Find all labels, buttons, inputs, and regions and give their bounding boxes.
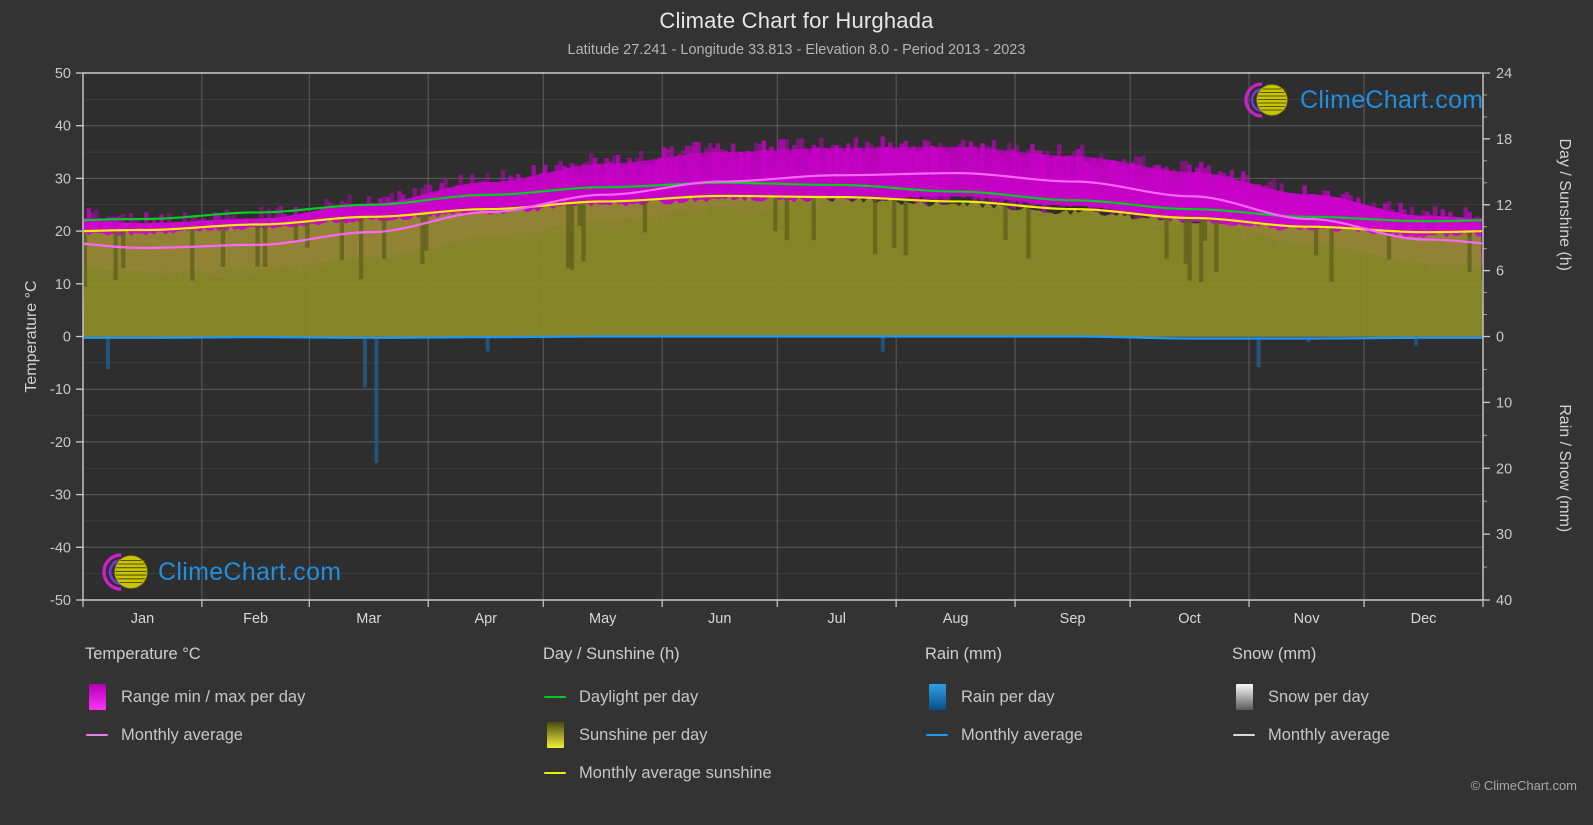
legend-item-snow[interactable]: Snow per day — [1232, 678, 1390, 716]
svg-text:Sep: Sep — [1060, 611, 1086, 627]
legend-group-daysunshine: Day / Sunshine (h) Daylight per day Suns… — [543, 645, 772, 792]
legend-item-daylight[interactable]: Daylight per day — [543, 678, 772, 716]
legend-item-temp-avg[interactable]: Monthly average — [85, 716, 305, 754]
svg-text:0: 0 — [63, 330, 71, 346]
legend-item-sunshine[interactable]: Sunshine per day — [543, 716, 772, 754]
svg-text:May: May — [589, 611, 617, 627]
svg-text:-10: -10 — [50, 382, 71, 398]
svg-text:20: 20 — [55, 224, 71, 240]
legend-item-sunshine-avg[interactable]: Monthly average sunshine — [543, 754, 772, 792]
svg-text:-20: -20 — [50, 435, 71, 451]
svg-text:Mar: Mar — [356, 611, 381, 627]
legend-swatch-daylight — [543, 684, 567, 710]
legend-label: Sunshine per day — [579, 725, 708, 744]
legend-group-rain: Rain (mm) Rain per day Monthly average — [925, 645, 1083, 754]
climechart-logo-mark-2 — [90, 549, 152, 595]
legend-group-temperature: Temperature °C Range min / max per day M… — [85, 645, 305, 754]
chart-canvas: 50 40 30 20 10 0 -10 -20 -30 -40 -50 24 18 12 6 0 10 20 30… — [0, 0, 1593, 650]
legend-swatch-snow-avg — [1232, 722, 1256, 748]
legend-label: Monthly average — [121, 725, 243, 744]
legend-swatch-rain — [925, 684, 949, 710]
legend-group-title: Temperature °C — [85, 645, 201, 663]
legend-swatch-temp-range — [85, 684, 109, 710]
legend-label: Monthly average sunshine — [579, 763, 772, 782]
chart-legend: Temperature °C Range min / max per day M… — [0, 645, 1593, 825]
legend-item-rain[interactable]: Rain per day — [925, 678, 1083, 716]
legend-label: Monthly average — [961, 725, 1083, 744]
legend-group-title: Snow (mm) — [1232, 645, 1317, 663]
legend-label: Monthly average — [1268, 725, 1390, 744]
legend-swatch-snow — [1232, 684, 1256, 710]
copyright-notice: © ClimeChart.com — [1470, 778, 1577, 793]
climechart-wordmark-2: ClimeChart.com — [158, 557, 342, 586]
legend-item-rain-avg[interactable]: Monthly average — [925, 716, 1083, 754]
svg-text:Feb: Feb — [243, 611, 268, 627]
svg-text:Oct: Oct — [1178, 611, 1201, 627]
climechart-logo-mark — [1232, 80, 1294, 120]
climechart-wordmark: ClimeChart.com — [1300, 85, 1484, 114]
legend-label: Snow per day — [1268, 687, 1369, 706]
svg-text:40: 40 — [55, 119, 71, 135]
svg-text:Jan: Jan — [131, 611, 154, 627]
svg-text:Dec: Dec — [1411, 611, 1437, 627]
svg-text:40: 40 — [1496, 593, 1512, 609]
svg-text:Jul: Jul — [827, 611, 846, 627]
svg-text:18: 18 — [1496, 132, 1512, 148]
legend-swatch-sunshine — [543, 722, 567, 748]
svg-text:10: 10 — [1496, 395, 1512, 411]
legend-label: Range min / max per day — [121, 687, 306, 706]
svg-text:Day / Sunshine (h): Day / Sunshine (h) — [1556, 138, 1573, 271]
svg-text:Temperature °C: Temperature °C — [23, 280, 40, 392]
watermark-logo-bottom: ClimeChart.com — [90, 549, 341, 595]
svg-text:50: 50 — [55, 66, 71, 82]
legend-group-title: Rain (mm) — [925, 645, 1002, 663]
legend-label: Rain per day — [961, 687, 1055, 706]
svg-text:-50: -50 — [50, 593, 71, 609]
svg-text:20: 20 — [1496, 461, 1512, 477]
svg-text:30: 30 — [55, 171, 71, 187]
logo-sphere — [1256, 84, 1288, 116]
svg-text:12: 12 — [1496, 198, 1512, 214]
legend-label: Daylight per day — [579, 687, 699, 706]
legend-swatch-rain-avg — [925, 722, 949, 748]
svg-text:24: 24 — [1496, 66, 1512, 82]
climate-chart-page: Climate Chart for Hurghada Latitude 27.2… — [0, 0, 1593, 825]
logo-sphere-2 — [114, 555, 148, 589]
legend-group-snow: Snow (mm) Snow per day Monthly average — [1232, 645, 1390, 754]
svg-text:Rain / Snow (mm): Rain / Snow (mm) — [1556, 404, 1573, 532]
svg-text:Apr: Apr — [474, 611, 497, 627]
svg-text:Aug: Aug — [943, 611, 969, 627]
legend-group-title: Day / Sunshine (h) — [543, 645, 680, 663]
svg-text:Nov: Nov — [1294, 611, 1321, 627]
legend-item-temp-range[interactable]: Range min / max per day — [85, 678, 305, 716]
svg-text:-30: -30 — [50, 488, 71, 504]
watermark-logo-top: ClimeChart.com — [1232, 80, 1483, 120]
svg-text:0: 0 — [1496, 330, 1504, 346]
svg-text:10: 10 — [55, 277, 71, 293]
legend-item-snow-avg[interactable]: Monthly average — [1232, 716, 1390, 754]
svg-text:6: 6 — [1496, 264, 1504, 280]
legend-swatch-sunshine-avg — [543, 760, 567, 786]
legend-swatch-temp-avg — [85, 722, 109, 748]
svg-text:Jun: Jun — [708, 611, 731, 627]
svg-text:30: 30 — [1496, 527, 1512, 543]
svg-text:-40: -40 — [50, 540, 71, 556]
